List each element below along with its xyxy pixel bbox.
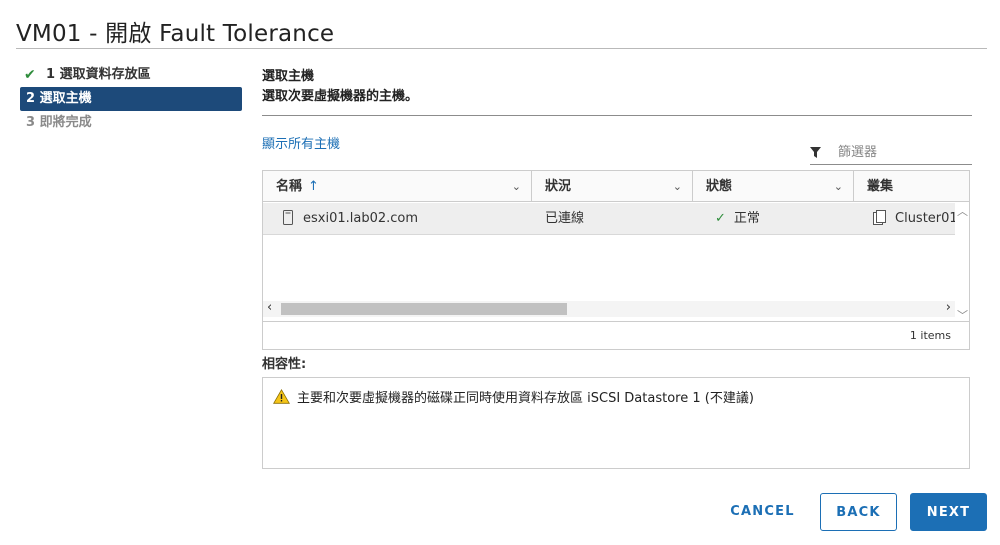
column-label: 狀況: [545, 179, 572, 194]
step-select-datastore[interactable]: ✔ 1 選取資料存放區: [20, 63, 242, 87]
filter-field[interactable]: [810, 140, 972, 165]
heading-divider: [262, 115, 972, 116]
column-label: 叢集: [867, 179, 894, 194]
scroll-up-icon[interactable]: ︿: [957, 203, 968, 219]
vertical-scrollbar[interactable]: ︿ ﹀: [955, 203, 969, 323]
cluster-icon: [873, 210, 886, 225]
cell-name: esxi01.lab02.com: [283, 203, 531, 235]
cell-cluster: Cluster01: [873, 203, 955, 235]
title-divider: [16, 48, 987, 49]
grid-footer: 1 items: [263, 321, 969, 349]
check-icon: ✓: [715, 211, 726, 226]
warning-icon: [273, 389, 290, 404]
column-label: 狀態: [706, 179, 733, 194]
filter-icon: [810, 147, 821, 158]
table-row[interactable]: esxi01.lab02.com 已連線 ✓ 正常 Cluster01: [263, 203, 955, 235]
hosts-grid: 名稱 ↑ ⌄ 狀況 ⌄ 狀態 ⌄ 叢集 esxi01.lab02.com 已連線…: [262, 170, 970, 350]
back-button[interactable]: BACK: [820, 493, 897, 531]
scrollbar-thumb[interactable]: [281, 303, 567, 315]
step-label: 3 即將完成: [26, 115, 92, 130]
scroll-right-icon[interactable]: ›: [946, 300, 951, 315]
chevron-down-icon[interactable]: ⌄: [673, 171, 682, 202]
cancel-button[interactable]: CANCEL: [715, 493, 810, 531]
cell-status: ✓ 正常: [715, 211, 760, 226]
scroll-left-icon[interactable]: ‹: [267, 300, 272, 315]
column-header-status[interactable]: 狀態 ⌄: [693, 171, 853, 202]
column-label: 名稱: [276, 179, 303, 194]
horizontal-scrollbar[interactable]: ‹ ›: [263, 300, 955, 317]
page-heading: 選取主機: [262, 69, 315, 84]
step-select-host[interactable]: 2 選取主機: [20, 87, 242, 111]
chevron-down-icon[interactable]: ⌄: [834, 171, 843, 202]
main-panel: 選取主機 選取次要虛擬機器的主機。 顯示所有主機 名稱 ↑ ⌄ 狀況 ⌄ 狀態 ⌄: [262, 63, 972, 469]
host-icon: [283, 210, 293, 225]
compatibility-box: 主要和次要虛擬機器的磁碟正同時使用資料存放區 iSCSI Datastore 1…: [262, 377, 970, 469]
wizard-steps: ✔ 1 選取資料存放區 2 選取主機 3 即將完成: [20, 63, 242, 135]
wizard-title: VM01 - 開啟 Fault Tolerance: [16, 21, 335, 47]
step-label: 2 選取主機: [26, 91, 92, 106]
grid-header: 名稱 ↑ ⌄ 狀況 ⌄ 狀態 ⌄ 叢集: [263, 171, 969, 202]
check-icon: ✔: [24, 67, 36, 83]
column-header-condition[interactable]: 狀況 ⌄: [532, 171, 692, 202]
item-count: 1 items: [909, 329, 951, 342]
page-subheading: 選取次要虛擬機器的主機。: [262, 89, 419, 104]
column-header-cluster[interactable]: 叢集: [854, 171, 969, 202]
step-label: 1 選取資料存放區: [46, 67, 151, 82]
next-button[interactable]: NEXT: [910, 493, 987, 531]
compatibility-message: 主要和次要虛擬機器的磁碟正同時使用資料存放區 iSCSI Datastore 1…: [297, 391, 754, 406]
cell-condition: 已連線: [545, 211, 585, 226]
chevron-down-icon[interactable]: ⌄: [512, 171, 521, 202]
column-header-name[interactable]: 名稱 ↑ ⌄: [263, 171, 531, 202]
step-ready-to-complete: 3 即將完成: [20, 111, 242, 135]
show-all-hosts-link[interactable]: 顯示所有主機: [262, 133, 340, 152]
filter-input[interactable]: [838, 142, 968, 162]
sort-up-icon: ↑: [308, 179, 319, 194]
compatibility-label: 相容性:: [262, 357, 307, 372]
